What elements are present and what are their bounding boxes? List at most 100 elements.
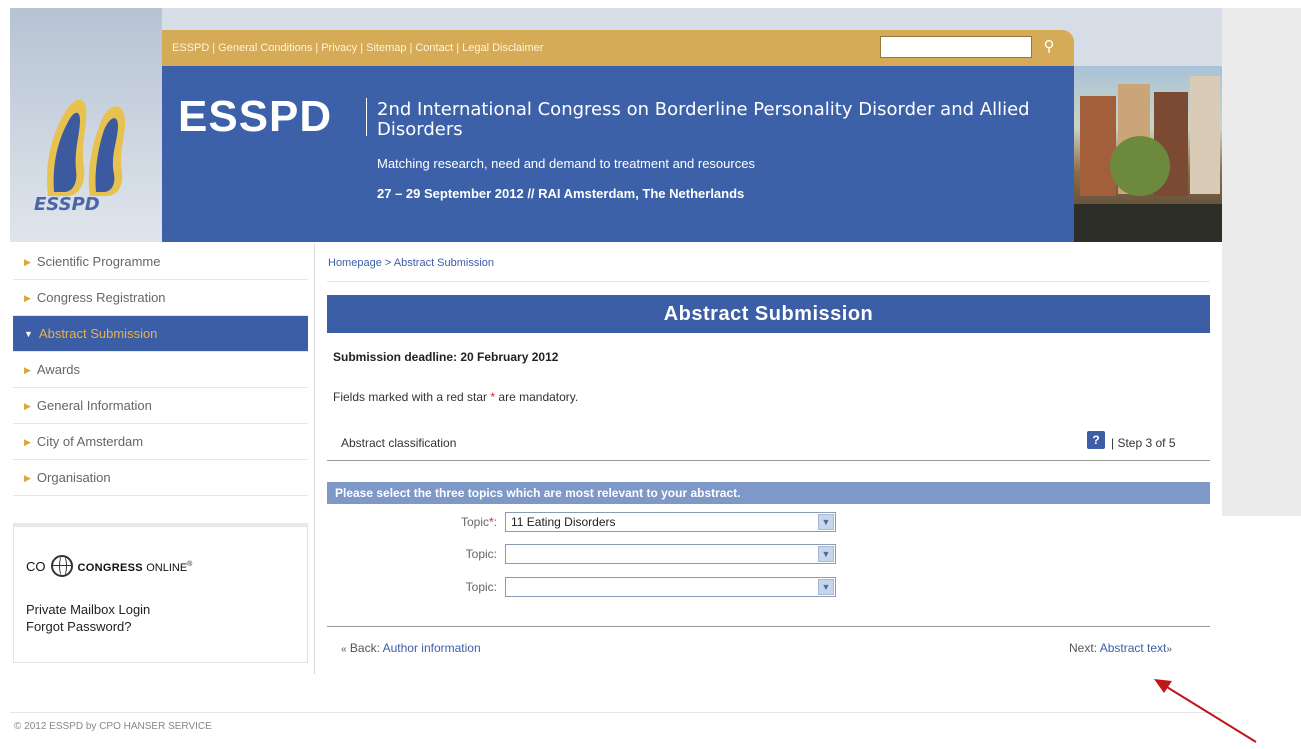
registered-mark: ® [187,561,193,568]
topic-label: Topic: [465,580,497,594]
sidebar-item-label: Scientific Programme [36,254,161,269]
sidebar-item-label: Awards [36,362,81,377]
sidebar-nav: ▶ Scientific Programme ▶ Congress Registra… [13,244,308,663]
congress-online-logo: CO CONGRESS ONLINE® [26,555,192,577]
sidebar-item-awards[interactable]: ▶ Awards [13,352,308,388]
topic-select-1[interactable]: 11 Eating Disorders ▼ [505,512,836,532]
right-gutter [1222,8,1301,516]
sidebar-item-label: Organisation [36,470,111,485]
sidebar-item-scientific-programme[interactable]: ▶ Scientific Programme [13,244,308,280]
congress-subtitle: Matching research, need and demand to tr… [377,156,755,171]
topic-label-text: Topic [465,580,494,594]
search-button[interactable]: ⚲ [1038,36,1060,58]
separator: | [212,42,216,54]
sidebar-item-label: General Information [36,398,152,413]
section-label: Abstract classification [341,436,457,450]
logo-figure-icon [46,99,125,196]
footer-copyright: © 2012 ESSPD by CPO HANSER SERVICE [14,721,212,732]
triangle-down-icon: ▼ [24,329,33,339]
banner-divider [366,98,367,136]
search-input[interactable] [880,36,1032,58]
mandatory-suffix: are mandatory. [498,390,579,404]
divider [327,281,1210,282]
forgot-password-link[interactable]: Forgot Password? [26,618,150,635]
triangle-right-icon: ▶ [24,293,31,303]
topic-row-3: Topic: ▼ [315,577,1213,599]
footer-divider [10,712,1222,713]
next-nav: Next: Abstract text» [1069,641,1172,655]
breadcrumb-abstract-submission[interactable]: Abstract Submission [394,257,494,269]
congress-online-box: CO CONGRESS ONLINE® Private Mailbox Login… [13,523,308,663]
sidebar-item-organisation[interactable]: ▶ Organisation [13,460,308,496]
triangle-right-icon: ▶ [24,473,31,483]
congress-title: 2nd International Congress on Borderline… [377,99,1030,140]
globe-icon [50,555,73,577]
sidebar-item-general-information[interactable]: ▶ General Information [13,388,308,424]
site-header: ESSPD ESSPD | General Conditions | Privacy | S… [10,8,1222,242]
topic-label: Topic*: [460,515,497,529]
topic-select-2[interactable]: ▼ [505,544,836,564]
top-nav-general-conditions[interactable]: General Conditions [218,42,312,54]
esspd-logo[interactable]: ESSPD [10,8,162,242]
online-label: ONLINE [146,562,188,574]
search-icon: ⚲ [1043,38,1055,55]
breadcrumb: Homepage > Abstract Submission [328,257,494,269]
triangle-right-icon: ▶ [24,401,31,411]
congress-date: 27 – 29 September 2012 // RAI Amsterdam,… [377,186,745,201]
triangle-right-icon: ▶ [24,257,31,267]
topic-select-3[interactable]: ▼ [505,577,836,597]
double-right-arrow-icon: » [1166,644,1172,655]
top-nav: ESSPD | General Conditions | Privacy | Sitemap… [172,42,543,54]
co-label: CO [26,559,46,574]
congress-online-links: Private Mailbox Login Forgot Password? [26,601,150,635]
separator: | [409,42,413,54]
topic-row-1: Topic*: 11 Eating Disorders ▼ [315,512,1213,534]
back-author-information-link[interactable]: Author information [383,641,481,655]
mandatory-note: Fields marked with a red star * are mand… [333,390,578,404]
submission-deadline: Submission deadline: 20 February 2012 [333,350,559,364]
top-nav-sitemap[interactable]: Sitemap [366,42,406,54]
topic-label-text: Topic [460,515,489,529]
separator: | [315,42,319,54]
sidebar-item-label: City of Amsterdam [36,434,144,449]
triangle-right-icon: ▶ [24,437,31,447]
required-star: * [490,390,496,404]
sidebar-item-abstract-submission[interactable]: ▼ Abstract Submission [13,316,308,352]
sidebar-item-label: Abstract Submission [38,326,158,341]
banner-logo: ESSPD [178,92,333,141]
sidebar-item-congress-registration[interactable]: ▶ Congress Registration [13,280,308,316]
triangle-right-icon: ▶ [24,365,31,375]
mandatory-prefix: Fields marked with a red star [333,390,488,404]
topic-select-value: 11 Eating Disorders [511,515,616,529]
topic-label-text: Topic [465,547,494,561]
next-prefix: Next: [1069,641,1098,655]
divider [327,460,1210,461]
amsterdam-photo [1074,66,1222,242]
sidebar-item-label: Congress Registration [36,290,166,305]
top-nav-privacy[interactable]: Privacy [321,42,357,54]
chevron-down-icon: ▼ [818,579,834,595]
double-left-arrow-icon: « [341,644,347,655]
breadcrumb-homepage[interactable]: Homepage [328,257,382,269]
main-content: Homepage > Abstract Submission Abstract … [314,244,1212,674]
required-star: * [488,515,494,529]
help-icon[interactable]: ? [1087,431,1105,449]
sidebar-item-city-of-amsterdam[interactable]: ▶ City of Amsterdam [13,424,308,460]
chevron-down-icon: ▼ [818,514,834,530]
annotation-arrow-icon [1154,679,1257,743]
top-nav-esspd[interactable]: ESSPD [172,42,209,54]
chevron-down-icon: ▼ [818,546,834,562]
top-nav-contact[interactable]: Contact [415,42,453,54]
private-mailbox-login-link[interactable]: Private Mailbox Login [26,601,150,618]
step-indicator: | Step 3 of 5 [1111,436,1176,450]
breadcrumb-separator: > [384,257,392,269]
separator: | [456,42,460,54]
next-abstract-text-link[interactable]: Abstract text [1100,641,1167,655]
logo-text: ESSPD [34,194,100,215]
top-bar: ESSPD | General Conditions | Privacy | Sitemap… [162,30,1074,66]
congress-label: CONGRESS [77,562,143,574]
top-nav-legal-disclaimer[interactable]: Legal Disclaimer [462,42,543,54]
topic-label: Topic: [465,547,497,561]
separator: | [360,42,364,54]
banner: ESSPD 2nd International Congress on Bord… [162,66,1074,242]
